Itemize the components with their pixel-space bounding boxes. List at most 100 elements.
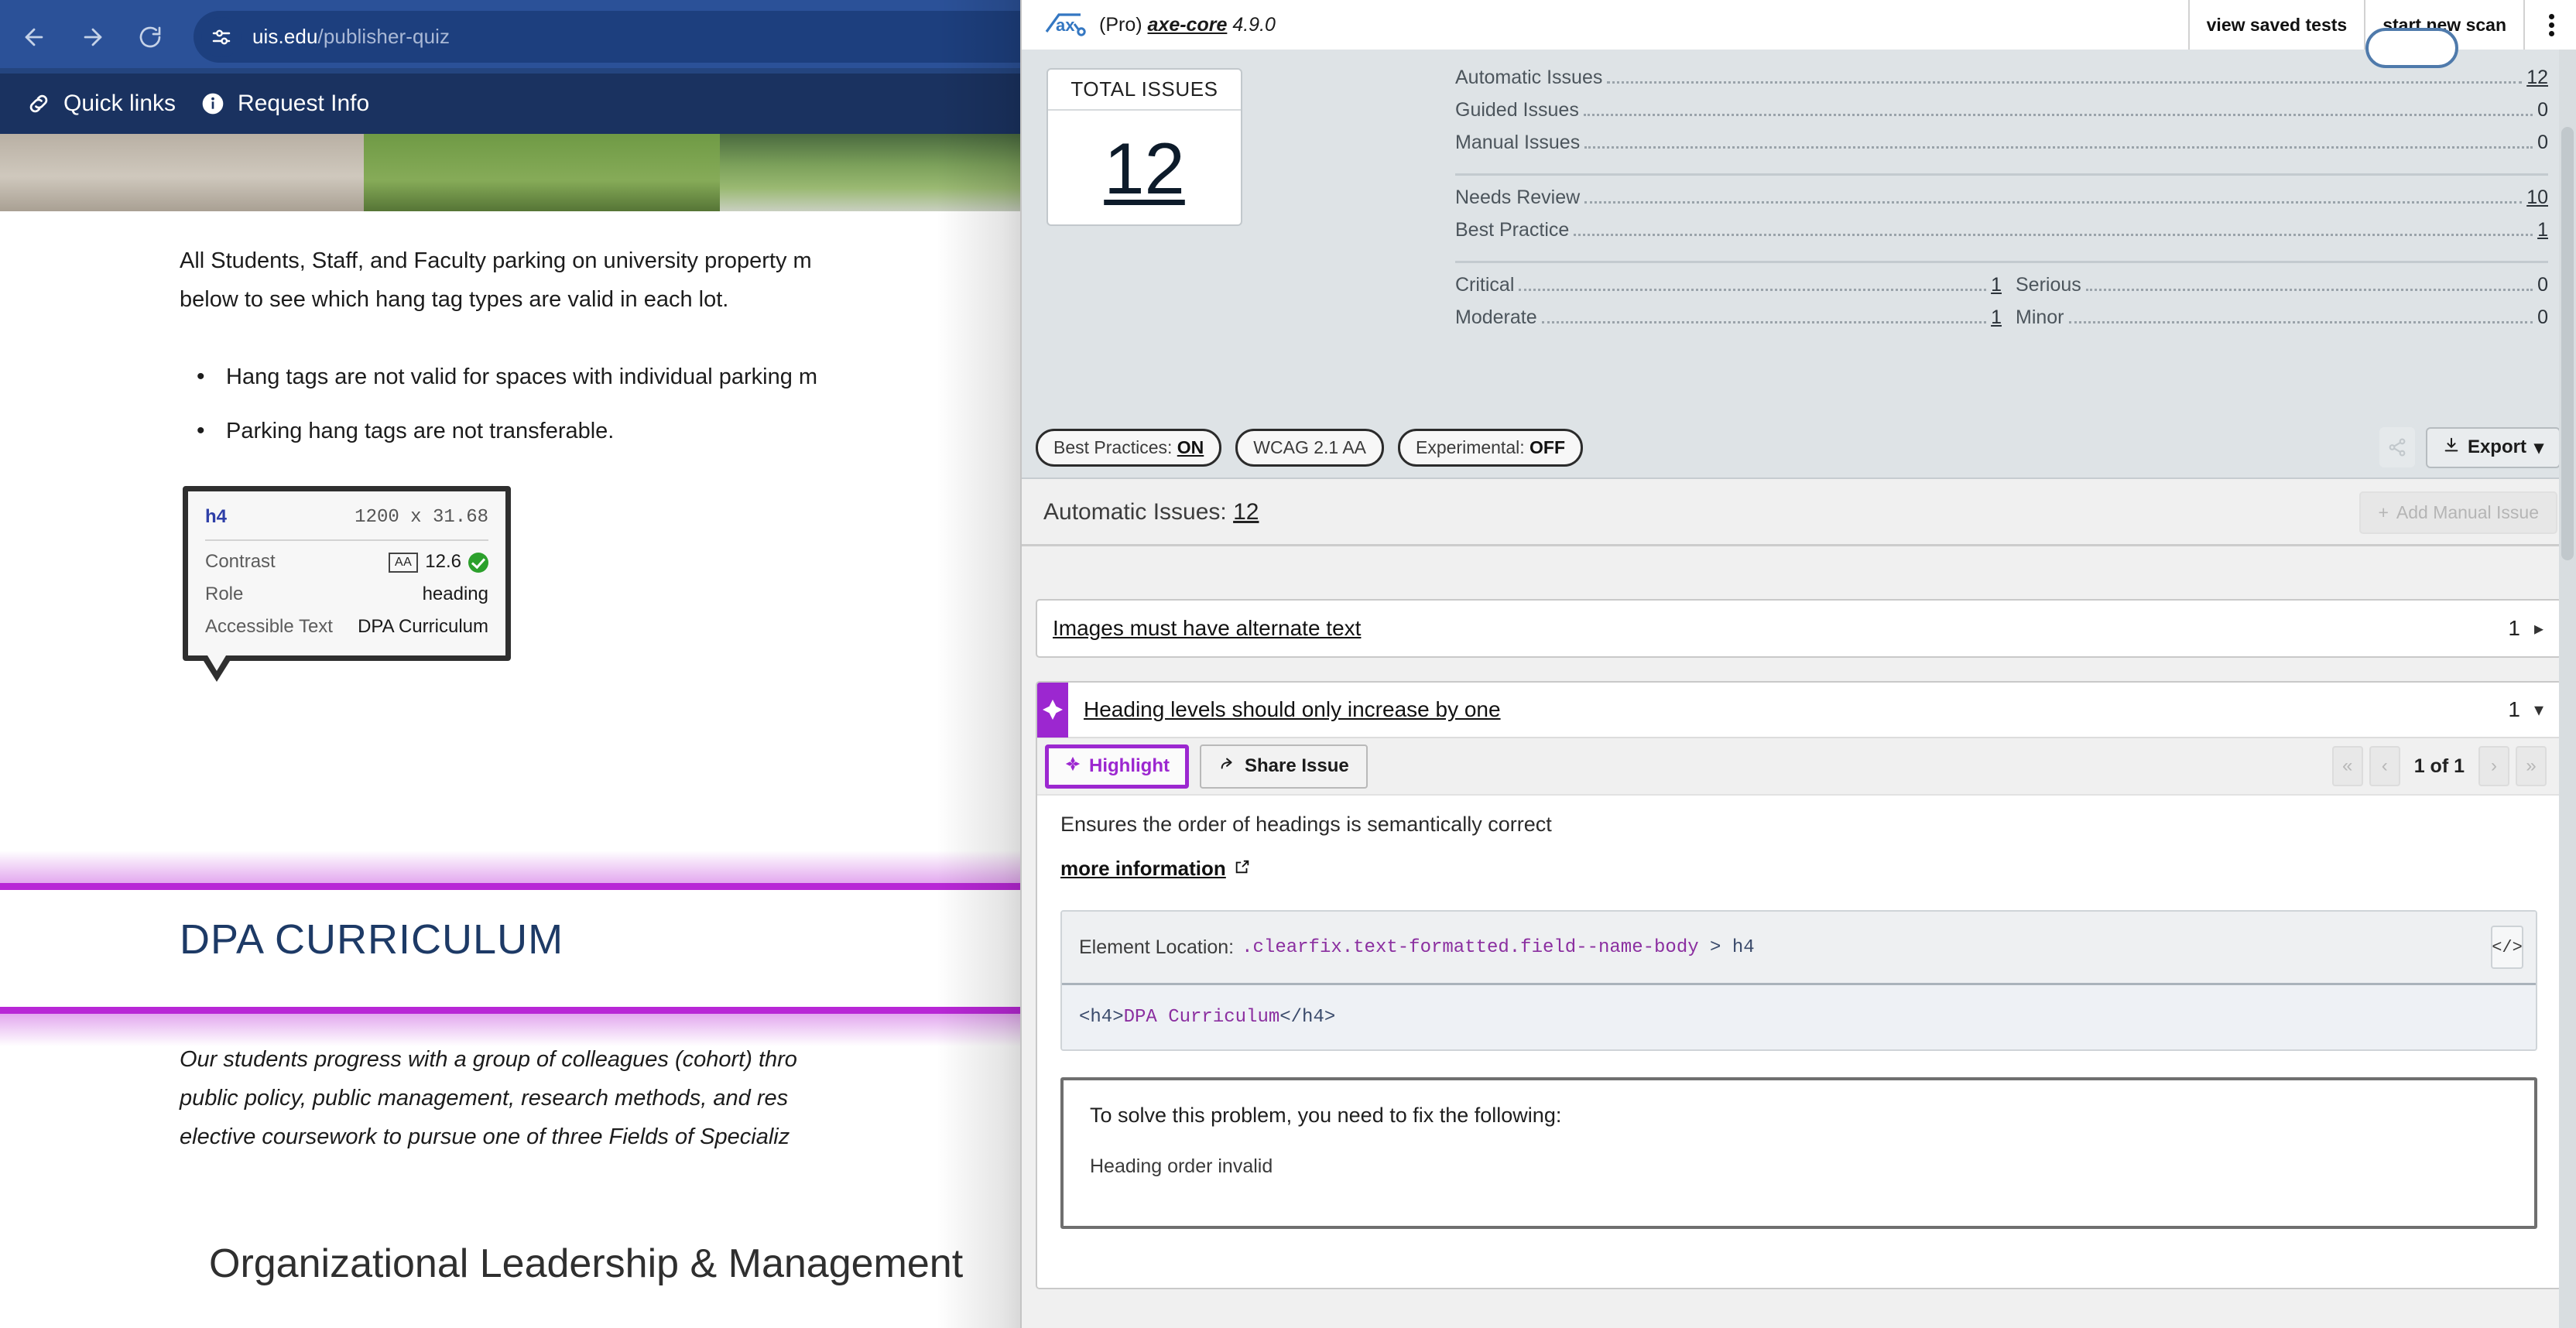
export-label: Export — [2467, 436, 2526, 457]
leader-dots — [1574, 234, 2533, 236]
link-chain-icon — [25, 90, 53, 118]
stat-value[interactable]: 1 — [2537, 219, 2548, 241]
tooltip-value: DPA Curriculum — [358, 616, 488, 637]
issue-instance-count: 1 — [2508, 616, 2520, 640]
tooltip-label: Accessible Text — [205, 616, 333, 637]
stat-value[interactable]: 10 — [2526, 187, 2548, 209]
element-location-label: Element Location: — [1079, 936, 1235, 958]
pager-prev-button[interactable]: ‹ — [2369, 746, 2400, 786]
svg-text:ax: ax — [1056, 15, 1075, 35]
hero-photo — [0, 134, 1029, 211]
omnibox[interactable]: uis.edu/publisher-quiz — [194, 11, 1029, 63]
pager-next-button[interactable]: › — [2478, 746, 2509, 786]
severity-row-1: Critical 1 Serious 0 — [1455, 274, 2548, 306]
stat-row-moderate: Moderate 1 — [1455, 306, 2002, 339]
stat-row-best-practice: Best Practice 1 — [1455, 219, 2548, 252]
issue-header[interactable]: Heading levels should only increase by o… — [1037, 683, 2561, 738]
intro-line-1: All Students, Staff, and Faculty parking… — [180, 248, 812, 273]
tooltip-divider — [205, 539, 488, 541]
filter-experimental[interactable]: Experimental: OFF — [1398, 428, 1584, 467]
tooltip-row-contrast: Contrast AA 12.6 — [205, 546, 488, 578]
total-issues-value: 12 — [1104, 127, 1185, 209]
view-saved-tests-button[interactable]: view saved tests — [2187, 0, 2365, 50]
nav-item-quick-links[interactable]: Quick links — [25, 90, 176, 118]
selector-prefix: .clearfix.text-formatted.field--name-bod… — [1242, 936, 1699, 958]
arrow-right-icon[interactable] — [76, 20, 110, 54]
stat-value[interactable]: 12 — [2526, 67, 2548, 89]
leader-dots — [2068, 321, 2533, 323]
stat-label: Critical — [1455, 274, 1515, 296]
omnibox-url-text: uis.edu/publisher-quiz — [252, 25, 450, 49]
severity-row-2: Moderate 1 Minor 0 — [1455, 306, 2548, 339]
italic-line-3: elective coursework to pursue one of thr… — [180, 1124, 790, 1149]
issue-row-heading-levels: Heading levels should only increase by o… — [1036, 681, 2562, 1289]
issues-list-header: Automatic Issues: 12 + Add Manual Issue — [1022, 481, 2576, 546]
pager-first-button[interactable]: « — [2331, 746, 2363, 786]
code-brackets-icon[interactable]: </> — [2491, 926, 2523, 969]
tooltip-row-role: Role heading — [205, 578, 488, 611]
more-information-link[interactable]: more information — [1060, 857, 1251, 881]
stat-label: Moderate — [1455, 306, 1537, 328]
italic-line-1: Our students progress with a group of co… — [180, 1047, 797, 1072]
devtools-scrollbar-thumb[interactable] — [2561, 127, 2574, 560]
url-host: uis.edu — [252, 25, 318, 48]
issue-statistics: Automatic Issues 12 Guided Issues 0 Manu… — [1455, 67, 2548, 339]
chip-label: Best Practices: — [1053, 436, 1173, 457]
tooltip-label: Contrast — [205, 551, 276, 572]
snippet-close-tag: </h4> — [1279, 1007, 1336, 1028]
pager-last-button[interactable]: » — [2516, 746, 2547, 786]
arrow-left-icon[interactable] — [17, 20, 51, 54]
issue-title[interactable]: Heading levels should only increase by o… — [1084, 697, 1501, 722]
highlight-button[interactable]: Highlight — [1045, 744, 1189, 789]
share-nodes-icon[interactable] — [2379, 427, 2415, 467]
stat-value[interactable]: 1 — [1991, 274, 2002, 296]
accessibility-inspector-tooltip: h4 1200 x 31.68 Contrast AA 12.6 Role hea… — [183, 486, 511, 682]
share-issue-button[interactable]: Share Issue — [1199, 744, 1368, 789]
kebab-menu-icon[interactable] — [2523, 0, 2576, 50]
stats-divider — [1455, 261, 2548, 263]
issue-description: Ensures the order of headings is semanti… — [1060, 813, 1552, 836]
tooltip-label: Role — [205, 584, 244, 604]
stat-row-minor: Minor 0 — [2002, 306, 2548, 339]
nav-item-label: Request Info — [238, 91, 370, 116]
stat-value[interactable]: 1 — [1991, 306, 2002, 329]
tooltip-row-accessible-text: Accessible Text DPA Curriculum — [205, 611, 488, 643]
filter-best-practices[interactable]: Best Practices: ON — [1036, 428, 1222, 467]
issues-title-prefix: Automatic Issues: — [1043, 499, 1227, 525]
stat-row-needs-review: Needs Review 10 — [1455, 187, 2548, 219]
highlight-glow-top — [0, 851, 1029, 883]
filter-wcag-level[interactable]: WCAG 2.1 AA — [1235, 428, 1384, 467]
leader-dots — [1607, 81, 2523, 84]
leader-dots — [1584, 201, 2523, 204]
add-manual-issue-button[interactable]: + Add Manual Issue — [2359, 491, 2557, 534]
stat-label: Automatic Issues — [1455, 67, 1603, 88]
issue-row-images-alt-text[interactable]: Images must have alternate text 1 ▸ — [1036, 599, 2562, 658]
issue-title[interactable]: Images must have alternate text — [1053, 616, 1361, 641]
chevron-down-icon: ▾ — [2533, 436, 2543, 458]
element-location-selector: .clearfix.text-formatted.field--name-bod… — [1242, 937, 1755, 958]
element-location-box: Element Location: .clearfix.text-formatt… — [1060, 910, 2537, 1051]
tune-settings-icon[interactable] — [201, 16, 242, 57]
bullet-list: Hang tags are not valid for spaces with … — [180, 357, 1029, 467]
tooltip-element-tag: h4 — [205, 506, 228, 527]
tooltip-value: heading — [422, 584, 488, 604]
chevron-down-icon[interactable]: ▾ — [2534, 699, 2543, 721]
nav-item-label: Quick links — [63, 91, 176, 116]
export-button[interactable]: Export ▾ — [2425, 426, 2561, 468]
issues-count: 12 — [1233, 499, 1259, 525]
leader-dots — [1584, 146, 2533, 149]
tooltip-element-dimensions: 1200 x 31.68 — [355, 506, 488, 528]
stat-row-guided-issues: Guided Issues 0 — [1455, 99, 2548, 132]
highlight-bar-bottom — [0, 1007, 1029, 1014]
axe-version-label: (Pro) axe-core 4.9.0 — [1099, 14, 1276, 36]
chevron-right-icon[interactable]: ▸ — [2534, 618, 2543, 640]
devtools-scrollbar[interactable] — [2559, 50, 2576, 1328]
automatic-issues-title: Automatic Issues: 12 — [1043, 499, 1259, 525]
reload-icon[interactable] — [133, 20, 167, 54]
partially-visible-pill-button[interactable] — [2365, 28, 2458, 68]
url-path: /publisher-quiz — [317, 25, 450, 48]
nav-item-request-info[interactable]: Request Info — [199, 90, 369, 118]
axe-devtools-panel: ax (Pro) axe-core 4.9.0 view saved tests… — [1020, 0, 2576, 1328]
stat-label: Guided Issues — [1455, 99, 1579, 121]
highlight-bar-top — [0, 883, 1029, 890]
